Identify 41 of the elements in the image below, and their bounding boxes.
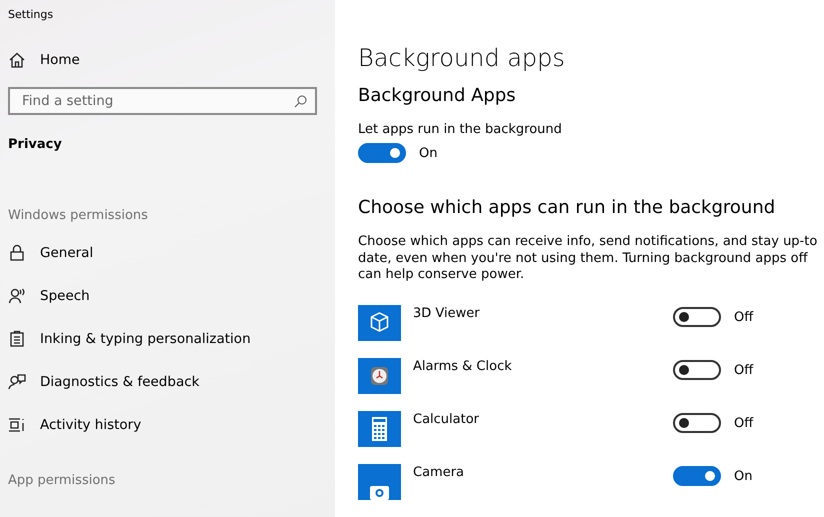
app-name: Calculator [413,411,480,428]
lock-icon [8,244,26,262]
timeline-icon [8,416,26,434]
toggle-switch[interactable] [673,360,721,380]
sidebar-item[interactable]: Activity history [0,403,335,446]
sidebar-item[interactable]: General [0,231,335,274]
speech-icon [8,286,26,304]
toggle-switch[interactable] [673,466,721,486]
app-name: Alarms & Clock [413,358,513,374]
window-title: Settings [7,7,54,23]
app-icon [358,411,401,448]
group-heading: Windows permissions [7,206,149,224]
home-icon [8,50,26,68]
app-name: 3D Viewer [413,305,481,322]
toggle-switch[interactable] [673,413,721,434]
toggle-state: Off [734,362,754,378]
app-icon [358,464,401,500]
search-field[interactable]: Find a setting [8,87,317,115]
sidebar-item[interactable]: Speech [0,274,335,317]
description: Choose which apps can receive info, send notifications, and stay up-to date, even when you're not using them. Turning background apps off can help conserve power. [358,234,818,284]
toggle-switch[interactable] [358,143,406,164]
app-icon [358,358,401,394]
section-title: Privacy [7,136,63,154]
home-link[interactable]: Home [0,38,335,81]
app-icon [358,305,401,342]
app-name: Camera [413,464,466,480]
toggle-switch[interactable] [673,307,721,328]
feedback-icon [8,372,26,390]
section-heading: Background Apps [358,84,517,108]
page-title: Background apps [358,44,566,74]
toggle-state: Off [734,416,754,431]
toggle-state: On [734,468,752,484]
setting-label: Let apps run in the background [358,122,563,139]
toggle-state: On [419,146,438,161]
section-heading: Choose which apps can run in the background [358,197,776,220]
sidebar-item[interactable]: Inking & typing personalization [0,317,335,360]
toggle-state: Off [734,310,754,325]
search-icon [294,95,307,108]
clipboard-icon [8,330,26,348]
sidebar-item[interactable]: Diagnostics & feedback [0,360,335,403]
group-heading: App permissions [7,472,116,490]
